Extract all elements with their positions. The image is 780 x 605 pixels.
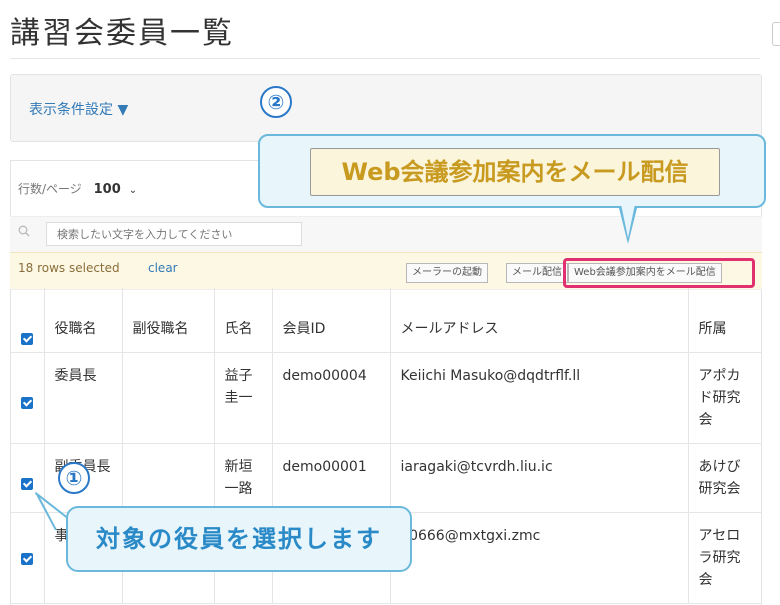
cell-sub-title	[122, 443, 215, 513]
column-header-member-id[interactable]: 会員ID	[272, 288, 391, 353]
callout-select-members: 対象の役員を選択します	[66, 506, 412, 572]
launch-mailer-button[interactable]: メーラーの起動	[406, 263, 488, 283]
cell-name: 新垣一路	[214, 443, 273, 513]
row-checkbox-cell	[10, 443, 45, 513]
cell-member-id: demo00004	[272, 352, 391, 444]
column-header-affiliation[interactable]: 所属	[688, 288, 762, 353]
row-checkbox-cell	[10, 512, 45, 604]
chevron-down-icon: ⌄	[128, 185, 138, 196]
row-checkbox[interactable]	[20, 553, 33, 565]
clear-selection-link[interactable]: clear	[148, 261, 178, 275]
row-checkbox-cell	[10, 352, 45, 444]
callout-pointer-inner	[621, 204, 635, 238]
page-title: 講習会委員一覧	[10, 16, 234, 51]
title-divider	[10, 58, 760, 59]
cell-affiliation: アセロラ研究会	[688, 512, 762, 604]
cell-affiliation: あけび研究会	[688, 443, 762, 513]
rows-per-page-value: 100	[93, 182, 121, 197]
search-input[interactable]	[46, 222, 302, 246]
rows-per-page-select[interactable]: 100 ⌄	[94, 182, 138, 197]
cell-name: 益子圭一	[214, 352, 273, 444]
cell-email: iaragaki@tcvrdh.liu.ic	[390, 443, 689, 513]
search-icon	[18, 225, 30, 237]
row-checkbox[interactable]	[20, 478, 33, 490]
filter-toggle[interactable]: 表示条件設定 ▼	[29, 99, 128, 119]
column-header-name[interactable]: 氏名	[214, 288, 273, 353]
edge-widget[interactable]	[772, 22, 780, 46]
cell-email: Keiichi Masuko@dqdtrflf.ll	[390, 352, 689, 444]
rows-per-page: 行数/ページ 100 ⌄	[18, 180, 137, 197]
row-checkbox[interactable]	[20, 397, 33, 409]
search-row	[10, 216, 762, 253]
step-2-marker: ②	[260, 86, 292, 118]
cell-affiliation: アポカド研究会	[688, 352, 762, 444]
filter-panel: 表示条件設定 ▼	[10, 74, 762, 142]
column-header-email[interactable]: メールアドレス	[390, 288, 689, 353]
table-row[interactable]: 副委員長 新垣一路 demo00001 iaragaki@tcvrdh.liu.…	[10, 443, 762, 513]
cell-email: a0666@mxtgxi.zmc	[390, 512, 689, 604]
cell-member-id: demo00001	[272, 443, 391, 513]
select-all-cell	[10, 288, 45, 353]
step-1-marker: ①	[58, 462, 90, 494]
select-all-checkbox[interactable]	[20, 333, 33, 345]
highlight-frame	[563, 258, 755, 288]
send-mail-button[interactable]: メール配信	[506, 263, 568, 283]
column-header-sub-title[interactable]: 副役職名	[122, 288, 215, 353]
column-header-title[interactable]: 役職名	[44, 288, 123, 353]
cell-title: 委員長	[44, 352, 123, 444]
cell-sub-title	[122, 352, 215, 444]
callout-web-invite-label: Web会議参加案内をメール配信	[310, 148, 720, 196]
table-row[interactable]: 委員長 益子圭一 demo00004 Keiichi Masuko@dqdtrf…	[10, 352, 762, 444]
rows-per-page-label: 行数/ページ	[18, 182, 82, 196]
selected-count: 18 rows selected	[18, 261, 120, 275]
selection-bar: 18 rows selected clear メーラーの起動 メール配信 Web…	[10, 252, 762, 290]
table-header-row: 役職名 副役職名 氏名 会員ID メールアドレス 所属	[10, 288, 762, 353]
